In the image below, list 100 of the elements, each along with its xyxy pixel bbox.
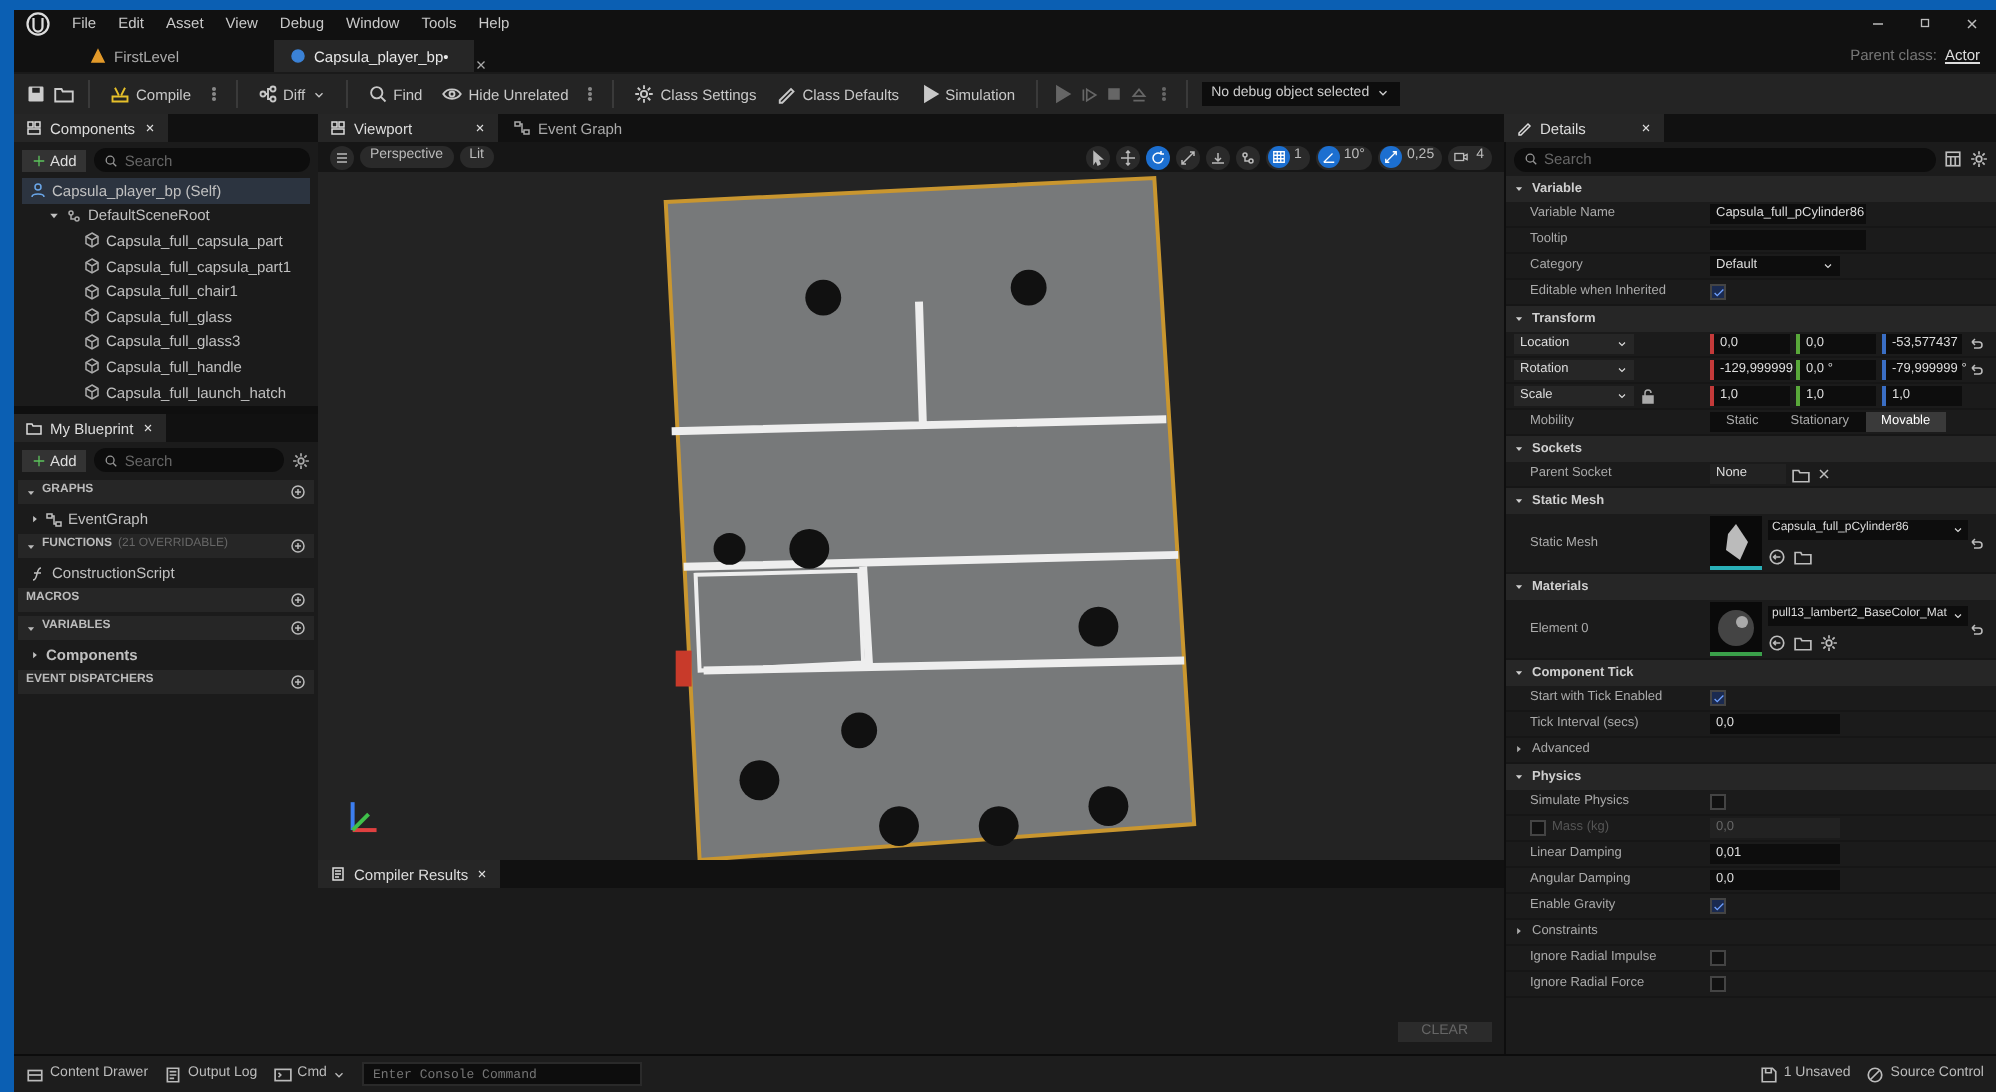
level-icon	[90, 48, 106, 64]
mesh-thumbnail[interactable]	[1710, 516, 1762, 570]
step-icon[interactable]	[1079, 85, 1098, 103]
collapse-arrow-icon	[1514, 314, 1524, 324]
axis-gizmo-icon	[350, 802, 377, 833]
no-sign-icon	[1866, 1065, 1885, 1083]
graph-icon	[46, 511, 62, 527]
rotate-tool-button[interactable]	[1145, 145, 1170, 169]
mesh-icon	[84, 333, 100, 350]
add-circle-icon	[290, 538, 306, 554]
browse-icon[interactable]	[1794, 548, 1812, 566]
select-tool-button[interactable]	[1085, 145, 1110, 169]
folder-icon	[26, 420, 42, 436]
checkmark-icon	[1711, 899, 1725, 913]
log-icon	[164, 1065, 183, 1083]
close-icon	[1640, 122, 1652, 134]
eye-icon	[442, 84, 463, 104]
options-icon[interactable]	[1820, 634, 1838, 652]
caret-icon	[1952, 524, 1964, 536]
log-icon	[330, 866, 346, 882]
engine-logo-icon	[26, 11, 50, 35]
search-icon	[367, 84, 388, 104]
expand-arrow-icon	[30, 650, 40, 660]
save-icon[interactable]	[26, 84, 46, 104]
browse-icon[interactable]	[1794, 634, 1812, 652]
checkbox[interactable]	[1710, 950, 1726, 966]
mesh-icon	[84, 308, 100, 325]
add-circle-icon	[290, 620, 306, 636]
restore-icon[interactable]	[1918, 15, 1932, 29]
scale-icon	[1179, 149, 1196, 165]
surface-snap-icon	[1209, 149, 1226, 165]
checkbox[interactable]	[1710, 284, 1726, 300]
reset-icon[interactable]	[1968, 621, 1984, 637]
settings-icon[interactable]	[292, 451, 310, 469]
blueprint-icon	[290, 48, 306, 64]
person-icon	[30, 182, 46, 199]
play-icon[interactable]	[1051, 84, 1072, 104]
viewport-icon	[26, 120, 42, 136]
clear-icon[interactable]	[1816, 466, 1832, 482]
collapse-arrow-icon	[1514, 496, 1524, 506]
sphere-preview-icon	[1716, 607, 1756, 647]
checkbox[interactable]	[1710, 794, 1726, 810]
collapse-arrow-icon	[26, 541, 36, 551]
function-icon	[30, 565, 46, 581]
plus-icon	[32, 453, 46, 467]
checkbox[interactable]	[1710, 690, 1726, 706]
close-icon	[474, 122, 486, 134]
mesh-icon	[84, 283, 100, 300]
collapse-arrow-icon	[1514, 444, 1524, 454]
rotate-icon	[1149, 149, 1166, 165]
close-icon	[476, 868, 489, 880]
pencil-icon	[776, 84, 797, 104]
reset-icon[interactable]	[1968, 336, 1984, 352]
browse-icon[interactable]	[1792, 465, 1810, 483]
material-thumbnail[interactable]	[1710, 602, 1762, 656]
checkbox[interactable]	[1710, 898, 1726, 914]
surface-snap-button[interactable]	[1205, 145, 1230, 169]
add-circle-icon	[290, 592, 306, 608]
reset-icon[interactable]	[1968, 535, 1984, 551]
move-tool-button[interactable]	[1115, 145, 1140, 169]
scale-icon	[1384, 150, 1399, 164]
play-icon	[919, 84, 940, 104]
collapse-arrow-icon	[26, 623, 36, 633]
pointer-icon	[1089, 149, 1106, 165]
world-local-button[interactable]	[1235, 145, 1260, 169]
graph-icon	[514, 120, 530, 136]
eject-icon[interactable]	[1129, 85, 1148, 103]
collapse-arrow-icon	[1514, 772, 1524, 782]
expand-arrow-icon	[1514, 926, 1524, 937]
close-tab-icon[interactable]	[474, 58, 488, 72]
use-selected-icon[interactable]	[1768, 548, 1786, 566]
collapse-arrow-icon	[26, 487, 36, 497]
search-icon	[104, 153, 119, 167]
close-icon[interactable]	[1964, 15, 1980, 31]
mesh-icon	[84, 232, 100, 249]
use-selected-icon[interactable]	[1768, 634, 1786, 652]
stop-icon[interactable]	[1105, 86, 1122, 102]
collapse-arrow-icon	[1514, 184, 1524, 194]
reset-icon[interactable]	[1968, 362, 1984, 378]
expand-arrow-icon	[1514, 744, 1524, 755]
collapse-arrow-icon	[1514, 582, 1524, 592]
scene-icon	[66, 207, 82, 224]
checkbox[interactable]	[1710, 976, 1726, 992]
search-icon	[1524, 152, 1538, 166]
settings-icon[interactable]	[1970, 150, 1988, 168]
padlock-icon[interactable]	[1640, 388, 1656, 404]
scale-tool-button[interactable]	[1175, 145, 1200, 169]
caret-icon	[1616, 390, 1628, 402]
caret-icon	[311, 87, 326, 101]
compile-icon	[110, 84, 130, 104]
checkmark-icon	[1711, 285, 1725, 299]
drawer-icon	[26, 1065, 44, 1083]
angle-icon	[1321, 150, 1336, 164]
caret-icon	[332, 1067, 347, 1081]
gear-icon	[634, 84, 655, 104]
browse-icon[interactable]	[54, 84, 74, 104]
grid-icon	[1271, 150, 1286, 164]
viewport-menu-button[interactable]	[330, 145, 354, 169]
mesh-preview-icon	[1722, 521, 1750, 561]
table-view-icon[interactable]	[1944, 150, 1962, 168]
